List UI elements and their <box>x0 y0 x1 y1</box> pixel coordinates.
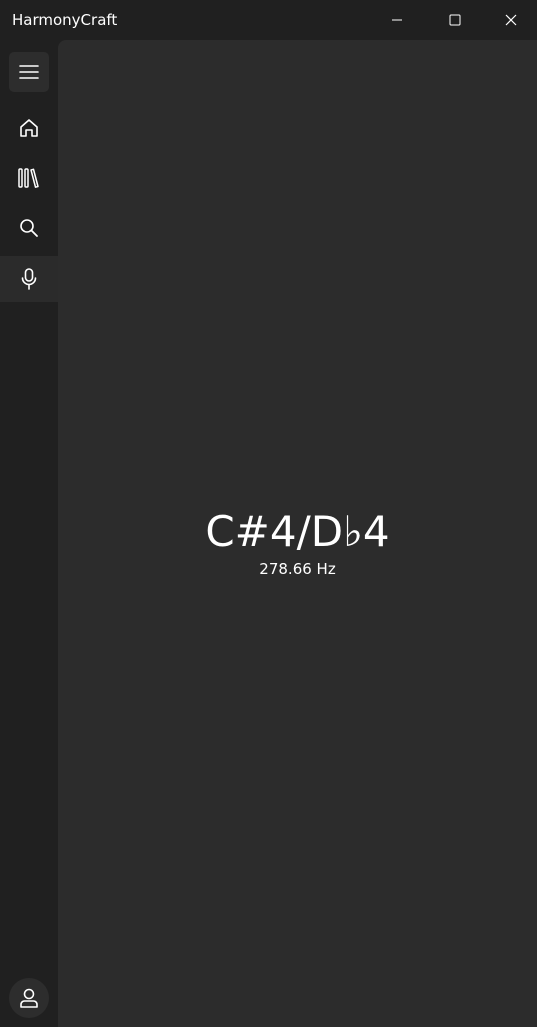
detected-frequency: 278.66 Hz <box>259 560 336 578</box>
minimize-icon <box>391 14 403 26</box>
profile-button[interactable] <box>9 978 49 1018</box>
nav-item-home[interactable] <box>0 105 58 151</box>
nav-item-tuner[interactable] <box>0 256 58 302</box>
minimize-button[interactable] <box>368 0 426 40</box>
app-window: HarmonyCraft C#4/D♭4 278.66 Hz <box>0 0 537 1027</box>
maximize-icon <box>449 14 461 26</box>
hamburger-menu-icon <box>19 64 39 80</box>
search-icon <box>19 218 39 238</box>
app-title: HarmonyCraft <box>12 11 118 29</box>
user-icon <box>18 987 40 1009</box>
microphone-icon <box>19 267 39 291</box>
close-button[interactable] <box>484 0 537 40</box>
close-icon <box>505 14 517 26</box>
nav-item-search[interactable] <box>0 205 58 251</box>
navigation-sidebar <box>0 40 58 1027</box>
detected-note: C#4/D♭4 <box>205 507 390 556</box>
menu-button[interactable] <box>9 52 49 92</box>
nav-item-library[interactable] <box>0 155 58 201</box>
title-bar: HarmonyCraft <box>0 0 537 40</box>
library-icon <box>17 167 41 189</box>
home-icon <box>18 117 40 139</box>
tuner-panel: C#4/D♭4 278.66 Hz <box>58 40 537 1027</box>
maximize-button[interactable] <box>426 0 484 40</box>
